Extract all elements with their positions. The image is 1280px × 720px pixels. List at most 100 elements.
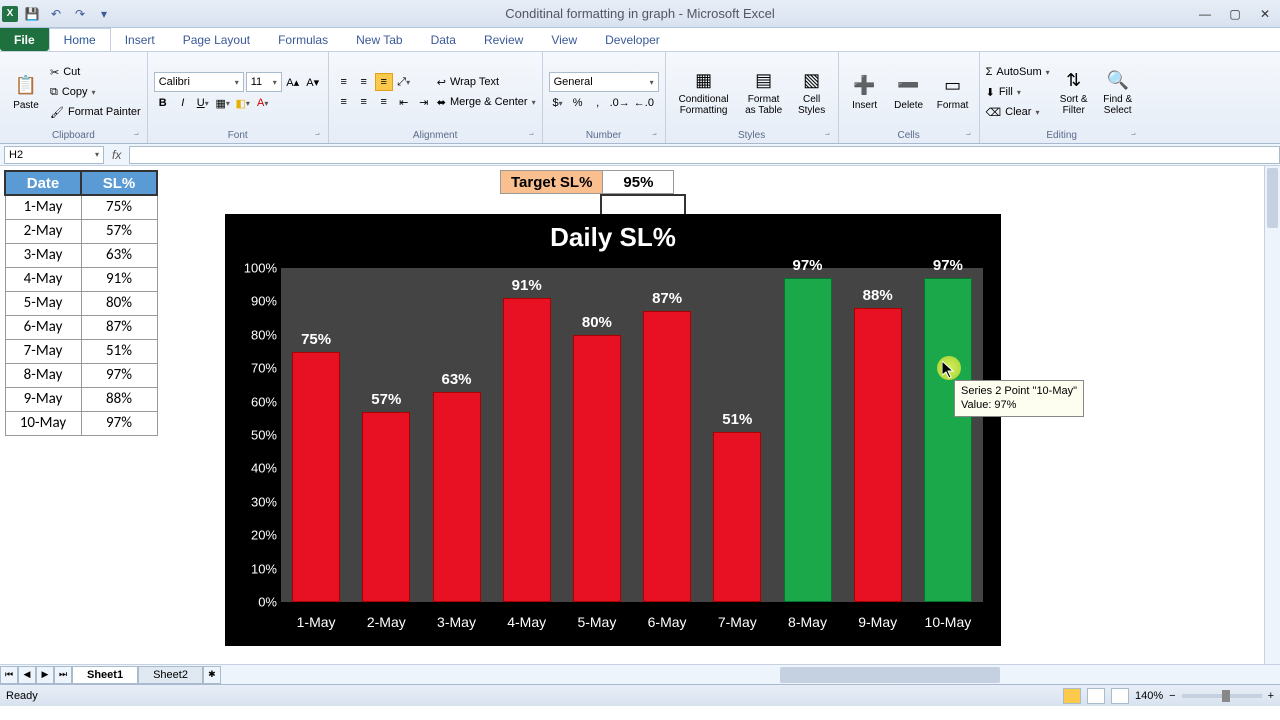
horizontal-scrollbar[interactable] — [764, 667, 1264, 683]
chart-bar[interactable]: 91% — [503, 298, 551, 602]
inc-decimal-button[interactable]: .0→ — [609, 94, 631, 112]
wrap-text-button[interactable]: ↩Wrap Text — [437, 73, 536, 91]
clear-button[interactable]: ⌫Clear▾ — [986, 103, 1050, 121]
align-bottom-button[interactable]: ≡ — [375, 73, 393, 91]
qat-customize-icon[interactable]: ▾ — [94, 4, 114, 24]
font-color-button[interactable]: A▾ — [254, 94, 272, 112]
format-icon: ▭ — [941, 74, 965, 98]
tab-new-tab[interactable]: New Tab — [342, 28, 416, 51]
view-layout-button[interactable] — [1087, 688, 1105, 704]
find-select-button[interactable]: 🔍Find & Select — [1098, 54, 1138, 130]
font-name-select[interactable]: Calibri▾ — [154, 72, 244, 92]
worksheet[interactable]: DateSL%1-May75%2-May57%3-May63%4-May91%5… — [0, 166, 1280, 664]
paste-button[interactable]: 📋 Paste — [6, 54, 46, 130]
fill-button[interactable]: ⬇Fill▾ — [986, 83, 1050, 101]
tab-file[interactable]: File — [0, 28, 49, 51]
insert-cells-button[interactable]: ➕Insert — [845, 54, 885, 130]
align-center-button[interactable]: ≡ — [355, 93, 373, 111]
close-button[interactable]: ✕ — [1250, 4, 1280, 24]
merge-center-button[interactable]: ⬌Merge & Center▾ — [437, 93, 536, 111]
font-size-select[interactable]: 11▾ — [246, 72, 282, 92]
paste-icon: 📋 — [14, 74, 38, 98]
delete-cells-button[interactable]: ➖Delete — [889, 54, 929, 130]
chart-bar[interactable]: 88% — [854, 308, 902, 602]
tab-view[interactable]: View — [537, 28, 591, 51]
tab-formulas[interactable]: Formulas — [264, 28, 342, 51]
align-left-button[interactable]: ≡ — [335, 93, 353, 111]
chart-bar[interactable]: 87% — [643, 311, 691, 602]
indent-dec-button[interactable]: ⇤ — [395, 93, 413, 111]
chart[interactable]: Daily SL% 0%10%20%30%40%50%60%70%80%90%1… — [225, 214, 1001, 646]
chart-bar[interactable]: 80% — [573, 335, 621, 602]
data-label: 57% — [371, 391, 401, 408]
conditional-formatting-button[interactable]: ▦Conditional Formatting — [672, 54, 736, 130]
shrink-font-button[interactable]: A▾ — [304, 73, 322, 91]
formula-input[interactable] — [129, 146, 1280, 164]
view-normal-button[interactable] — [1063, 688, 1081, 704]
dec-decimal-button[interactable]: ←.0 — [633, 94, 655, 112]
x-tick: 7-May — [718, 614, 757, 630]
data-label: 88% — [863, 287, 893, 304]
painter-icon: 🖌 — [50, 106, 64, 119]
chart-bar[interactable]: 51% — [713, 432, 761, 602]
vertical-scrollbar[interactable] — [1264, 166, 1280, 664]
orientation-button[interactable]: ⤢▾ — [395, 73, 413, 91]
italic-button[interactable]: I — [174, 94, 192, 112]
chart-bar[interactable]: 97% — [924, 278, 972, 602]
qat-save-icon[interactable]: 💾 — [22, 4, 42, 24]
autosum-button[interactable]: ΣAutoSum▾ — [986, 63, 1050, 81]
border-button[interactable]: ▦▾ — [214, 94, 232, 112]
tab-page-layout[interactable]: Page Layout — [169, 28, 264, 51]
maximize-button[interactable]: ▢ — [1220, 4, 1250, 24]
tab-home[interactable]: Home — [49, 28, 111, 51]
view-pagebreak-button[interactable] — [1111, 688, 1129, 704]
zoom-slider[interactable] — [1182, 694, 1262, 698]
fx-icon[interactable]: fx — [112, 148, 121, 162]
percent-button[interactable]: % — [569, 94, 587, 112]
qat-redo-icon[interactable]: ↷ — [70, 4, 90, 24]
chart-bar[interactable]: 63% — [433, 392, 481, 602]
chart-bar[interactable]: 57% — [362, 412, 410, 602]
currency-button[interactable]: $▾ — [549, 94, 567, 112]
sheet-nav-first[interactable]: ⏮ — [0, 666, 18, 684]
tab-developer[interactable]: Developer — [591, 28, 674, 51]
align-right-button[interactable]: ≡ — [375, 93, 393, 111]
sheet-nav-last[interactable]: ⏭ — [54, 666, 72, 684]
number-format-select[interactable]: General▾ — [549, 72, 659, 92]
cut-button[interactable]: ✂Cut — [50, 63, 141, 81]
format-as-table-button[interactable]: ▤Format as Table — [740, 54, 788, 130]
minimize-button[interactable]: — — [1190, 4, 1220, 24]
zoom-out-button[interactable]: − — [1169, 690, 1175, 702]
sheet-nav-next[interactable]: ▶ — [36, 666, 54, 684]
sheet-tab-1[interactable]: Sheet1 — [72, 666, 138, 684]
table-header: SL% — [81, 171, 157, 195]
fill-color-button[interactable]: ◧▾ — [234, 94, 252, 112]
y-tick: 50% — [233, 428, 277, 443]
ribbon-tabs: File Home Insert Page Layout Formulas Ne… — [0, 28, 1280, 52]
clear-icon: ⌫ — [986, 106, 1002, 119]
align-middle-button[interactable]: ≡ — [355, 73, 373, 91]
grow-font-button[interactable]: A▴ — [284, 73, 302, 91]
sort-filter-button[interactable]: ⇅Sort & Filter — [1054, 54, 1094, 130]
sheet-nav-prev[interactable]: ◀ — [18, 666, 36, 684]
new-sheet-button[interactable]: ✱ — [203, 666, 221, 684]
chart-bar[interactable]: 97% — [784, 278, 832, 602]
comma-button[interactable]: , — [589, 94, 607, 112]
align-top-button[interactable]: ≡ — [335, 73, 353, 91]
tab-data[interactable]: Data — [417, 28, 470, 51]
copy-button[interactable]: ⧉Copy▾ — [50, 83, 141, 101]
name-box[interactable]: H2▾ — [4, 146, 104, 164]
tab-review[interactable]: Review — [470, 28, 537, 51]
underline-button[interactable]: U▾ — [194, 94, 212, 112]
zoom-in-button[interactable]: + — [1268, 690, 1274, 702]
format-cells-button[interactable]: ▭Format — [933, 54, 973, 130]
bold-button[interactable]: B — [154, 94, 172, 112]
cell-styles-button[interactable]: ▧Cell Styles — [792, 54, 832, 130]
chart-bar[interactable]: 75% — [292, 352, 340, 603]
sheet-tab-bar: ⏮ ◀ ▶ ⏭ Sheet1 Sheet2 ✱ — [0, 664, 1280, 684]
indent-inc-button[interactable]: ⇥ — [415, 93, 433, 111]
qat-undo-icon[interactable]: ↶ — [46, 4, 66, 24]
format-painter-button[interactable]: 🖌Format Painter — [50, 103, 141, 121]
sheet-tab-2[interactable]: Sheet2 — [138, 666, 203, 684]
tab-insert[interactable]: Insert — [111, 28, 169, 51]
